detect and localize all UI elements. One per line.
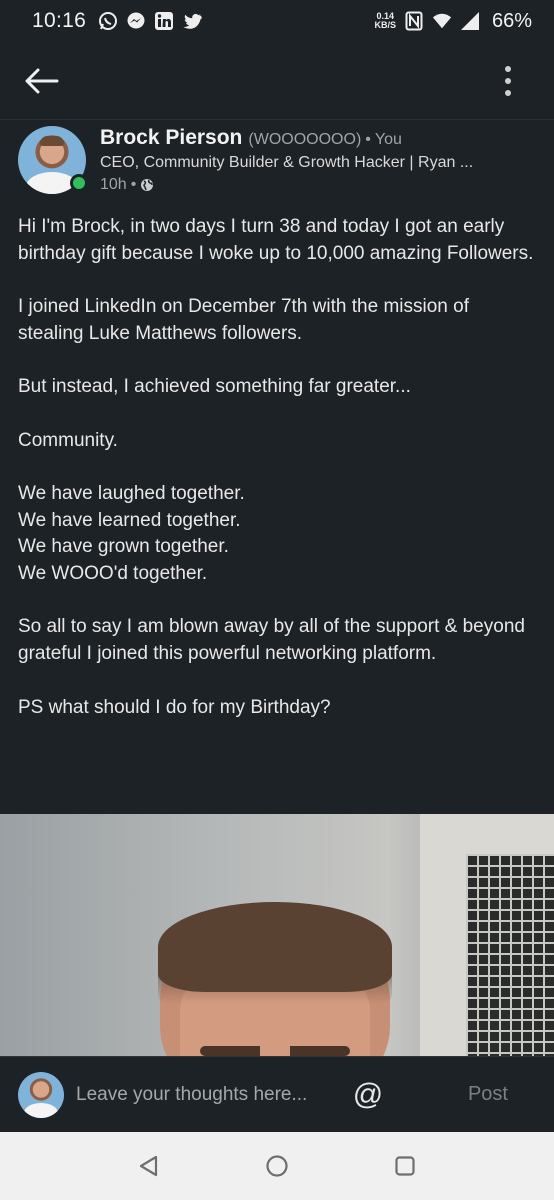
- battery-level: 66%: [491, 9, 532, 32]
- nav-home-button[interactable]: [257, 1146, 297, 1186]
- post-time: 10h: [100, 176, 127, 193]
- post-paragraph: I joined LinkedIn on December 7th with t…: [18, 296, 469, 344]
- network-speed-unit: KB/S: [374, 20, 396, 30]
- separator-dot: •: [365, 131, 371, 148]
- wifi-icon: [432, 11, 452, 31]
- status-bar: 10:16 0.14 KB/S 66%: [0, 0, 554, 42]
- author-headline: CEO, Community Builder & Growth Hacker |…: [100, 154, 474, 171]
- signal-icon: [460, 11, 480, 31]
- post-meta: 10h •: [100, 176, 510, 194]
- author-relation: You: [374, 131, 402, 148]
- post-comment-button[interactable]: Post: [468, 1083, 508, 1106]
- linkedin-icon: [154, 11, 174, 31]
- more-options-button[interactable]: [488, 61, 528, 101]
- post-paragraph: So all to say I am blown away by all of …: [18, 616, 525, 665]
- status-right: 0.14 KB/S 66%: [374, 10, 532, 33]
- post-body: Hi I'm Brock, in two days I turn 38 and …: [18, 214, 538, 721]
- author-avatar[interactable]: [18, 126, 88, 194]
- mention-button[interactable]: @: [350, 1077, 386, 1113]
- nav-recents-button[interactable]: [385, 1146, 425, 1186]
- nfc-icon: [404, 11, 424, 31]
- author-info: Brock Pierson (WOOOOOOO) • You CEO, Comm…: [100, 126, 510, 198]
- whatsapp-icon: [98, 11, 118, 31]
- messenger-icon: [126, 11, 146, 31]
- system-nav-bar: [0, 1132, 554, 1200]
- background-window: [420, 814, 554, 1056]
- nav-back-button[interactable]: [129, 1146, 169, 1186]
- globe-icon: [141, 179, 154, 191]
- post-paragraph: PS what should I do for my Birthday?: [18, 696, 331, 718]
- online-status-indicator: [70, 174, 88, 192]
- post-paragraph: Community.: [18, 429, 118, 451]
- comment-bar: @ Post: [0, 1056, 554, 1132]
- network-speed: 0.14 KB/S: [374, 12, 396, 30]
- more-vertical-icon: [505, 65, 511, 96]
- post-paragraph: We have laughed together. We have learne…: [18, 482, 245, 585]
- author-line: Brock Pierson (WOOOOOOO) • You: [100, 126, 510, 150]
- arrow-left-icon: [25, 68, 59, 93]
- square-recents-icon: [395, 1156, 415, 1176]
- triangle-back-icon: [139, 1155, 158, 1177]
- app-bar: [0, 42, 554, 120]
- commenter-avatar: [18, 1071, 64, 1118]
- twitter-icon: [182, 11, 202, 31]
- post-image[interactable]: [0, 814, 554, 1056]
- notification-icons: [98, 11, 202, 31]
- comment-input[interactable]: [76, 1083, 326, 1106]
- back-button[interactable]: [22, 61, 62, 101]
- author-name[interactable]: Brock Pierson: [100, 126, 242, 150]
- post-header: Brock Pierson (WOOOOOOO) • You CEO, Comm…: [18, 126, 538, 198]
- circle-home-icon: [266, 1155, 288, 1177]
- author-pronoun: (WOOOOOOO): [248, 131, 362, 148]
- post-paragraph: Hi I'm Brock, in two days I turn 38 and …: [18, 216, 534, 264]
- post-paragraph: But instead, I achieved something far gr…: [18, 376, 411, 398]
- meta-separator: •: [130, 176, 137, 193]
- status-time: 10:16: [32, 9, 87, 32]
